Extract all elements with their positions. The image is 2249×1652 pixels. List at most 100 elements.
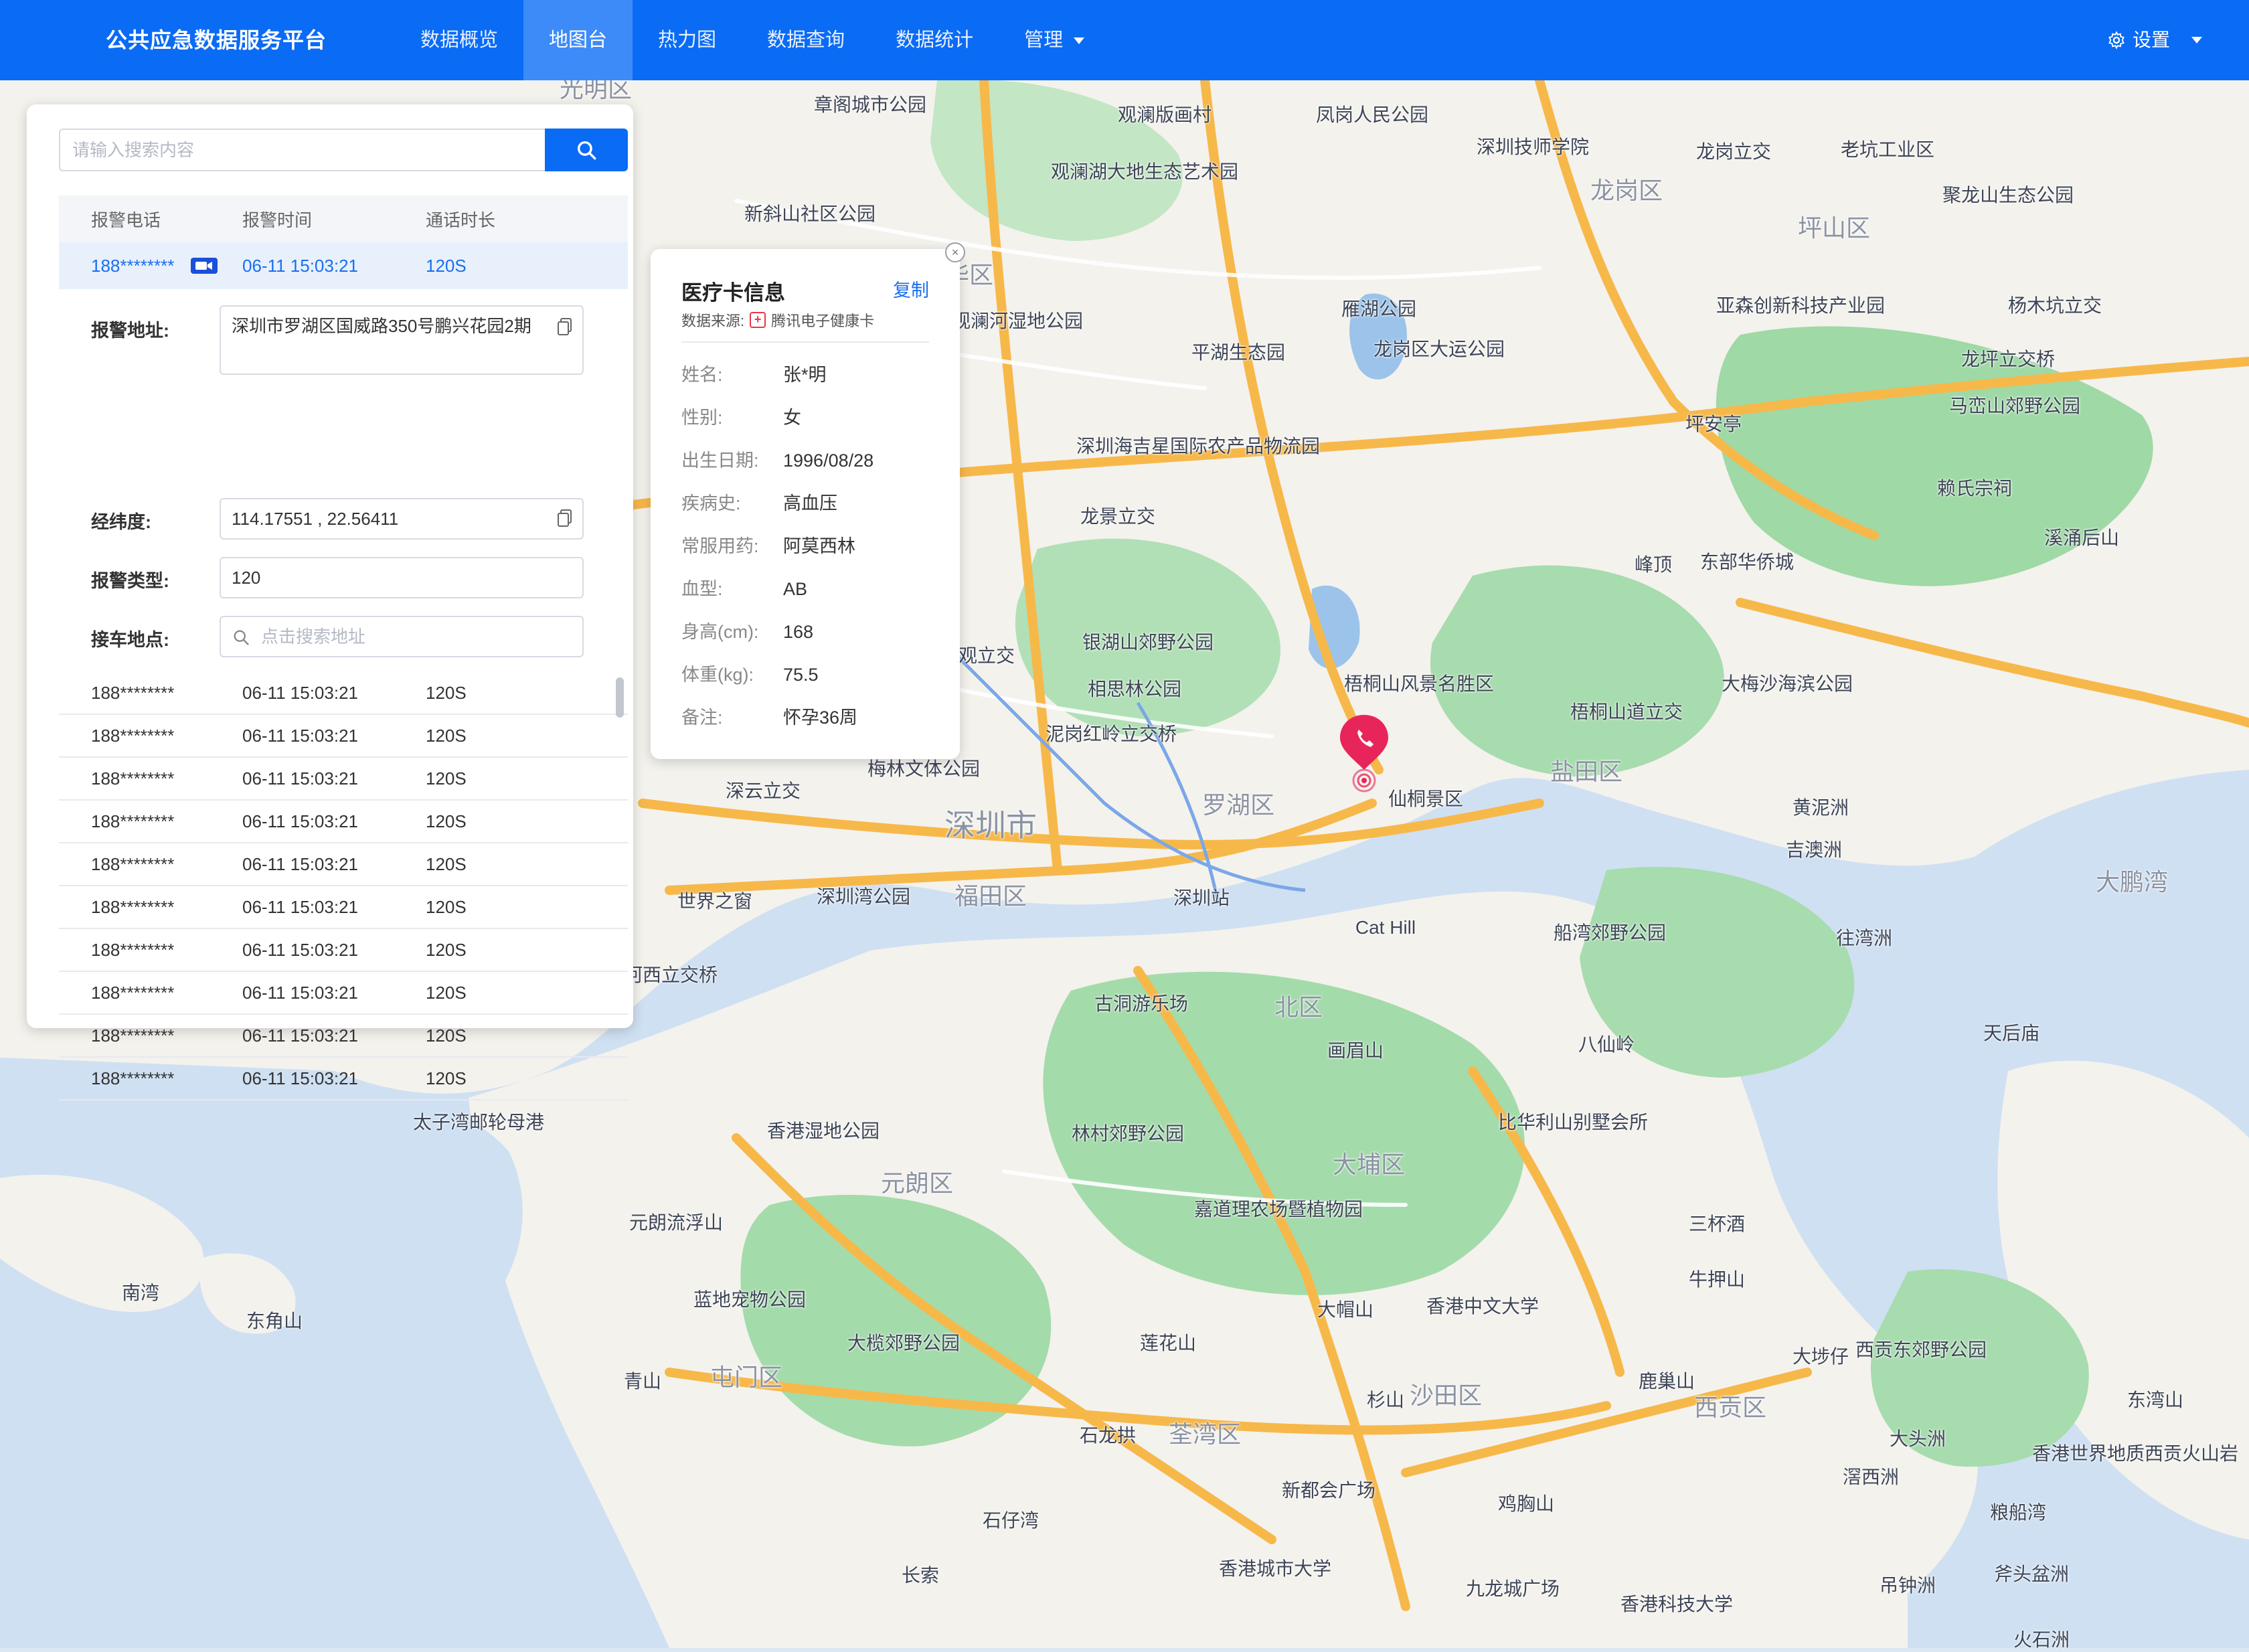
nav-item-query[interactable]: 数据查询	[742, 0, 870, 80]
copy-icon[interactable]	[557, 509, 573, 527]
map-label: 比华利山别墅会所	[1497, 1112, 1649, 1133]
map-label: 大头洲	[1889, 1428, 1946, 1449]
search-button[interactable]	[545, 129, 628, 171]
map-label: 火石洲	[2013, 1629, 2070, 1650]
table-row[interactable]: 188******** 06-11 15:03:21 120S	[59, 886, 628, 929]
map-label: 福田区	[954, 882, 1027, 910]
map-label: 荃湾区	[1168, 1420, 1242, 1448]
address-field[interactable]: 深圳市罗湖区国威路350号鹏兴花园2期	[220, 305, 584, 375]
nav-item-overview[interactable]: 数据概览	[395, 0, 523, 80]
table-row[interactable]: 188******** 06-11 15:03:21 120S	[59, 972, 628, 1015]
nav-item-heatmap[interactable]: 热力图	[633, 0, 742, 80]
nav-item-map[interactable]: 地图台	[523, 0, 633, 80]
row-time: 06-11 15:03:21	[242, 768, 358, 789]
list-scrollbar[interactable]	[616, 677, 624, 718]
field-value: 1996/08/28	[783, 450, 874, 471]
search-bar	[59, 129, 628, 171]
coords-field[interactable]: 114.17551 , 22.56411	[220, 498, 584, 540]
map-label: 龙岗区	[1590, 177, 1663, 204]
map-label: 马峦山郊野公园	[1948, 396, 2081, 416]
map-label: 古洞游乐场	[1094, 993, 1189, 1014]
table-row[interactable]: 188******** 06-11 15:03:21 120S	[59, 1015, 628, 1058]
map-label: 粮船湾	[1989, 1502, 2047, 1523]
row-time: 06-11 15:03:21	[242, 725, 358, 746]
row-time: 06-11 15:03:21	[242, 682, 358, 703]
source-label: 数据来源:	[681, 313, 745, 329]
row-duration: 120S	[426, 896, 467, 917]
map-label: 吉澳洲	[1785, 839, 1843, 860]
pickup-search-field[interactable]: 点击搜索地址	[220, 616, 584, 657]
table-row[interactable]: 188******** 06-11 15:03:21 120S	[59, 801, 628, 843]
row-time: 06-11 15:03:21	[242, 853, 358, 874]
map-label: 观澜湖大地生态艺术园	[1050, 161, 1239, 182]
table-row-selected[interactable]: 188******** 06-11 15:03:21 120S	[59, 242, 628, 289]
map-label: Cat Hill	[1355, 917, 1416, 938]
table-row[interactable]: 188******** 06-11 15:03:21 120S	[59, 843, 628, 886]
field-notes: 备注: 怀孕36周	[681, 703, 857, 729]
map-label: 龙岗区大运公园	[1373, 339, 1505, 359]
map-label: 章阁城市公园	[813, 94, 927, 115]
type-field[interactable]: 120	[220, 557, 584, 598]
field-birthdate: 出生日期: 1996/08/28	[681, 446, 873, 472]
alarm-location-pin[interactable]	[1337, 712, 1391, 793]
divider	[681, 341, 929, 343]
chevron-down-icon	[2191, 37, 2202, 44]
row-time: 06-11 15:03:21	[242, 939, 358, 960]
map-label: 林村郊野公园	[1071, 1123, 1185, 1144]
row-phone: 188********	[91, 811, 175, 831]
row-phone: 188********	[91, 725, 175, 746]
alarm-list-panel: 报警电话 报警时间 通话时长 188******** 06-11 15:03:2…	[27, 104, 633, 1100]
field-key: 常服用药:	[681, 536, 759, 556]
settings-menu[interactable]: 设置	[2107, 0, 2202, 80]
map-label: 牛押山	[1688, 1269, 1746, 1290]
field-value: 168	[783, 622, 814, 642]
field-key: 备注:	[681, 708, 723, 728]
map-label: 东部华侨城	[1699, 552, 1795, 572]
map-label: 深圳技师学院	[1476, 137, 1590, 157]
map-label: 屯门区	[710, 1364, 783, 1391]
map-label: 深圳湾公园	[816, 886, 911, 907]
health-card-icon: +	[750, 312, 766, 328]
search-input[interactable]	[59, 129, 545, 171]
nav-item-statistics[interactable]: 数据统计	[870, 0, 999, 80]
map-label: 银湖山郊野公园	[1082, 632, 1214, 653]
close-icon[interactable]: ×	[945, 242, 965, 262]
map-label: 斧头盆洲	[1993, 1564, 2070, 1584]
map-label: 相思林公园	[1087, 679, 1182, 699]
table-header: 报警电话 报警时间 通话时长	[59, 195, 628, 242]
field-gender: 性别: 女	[681, 403, 801, 429]
map-label: 深云立交	[725, 780, 801, 801]
copy-button[interactable]: 复制	[893, 276, 929, 302]
map-label: 香港湿地公园	[766, 1121, 880, 1141]
video-icon[interactable]	[190, 257, 218, 274]
field-key: 体重(kg):	[681, 665, 754, 685]
search-icon	[577, 141, 596, 160]
map-label: 世界之窗	[677, 891, 753, 912]
map-label: 雁湖公园	[1341, 299, 1417, 319]
alarm-list: 188******** 06-11 15:03:21 120S 188*******…	[59, 672, 628, 1100]
table-row[interactable]: 188******** 06-11 15:03:21 120S	[59, 672, 628, 715]
table-row[interactable]: 188******** 06-11 15:03:21 120S	[59, 1058, 628, 1100]
row-time: 06-11 15:03:21	[242, 811, 358, 831]
copy-icon[interactable]	[557, 317, 573, 336]
field-value: 阿莫西林	[783, 536, 855, 556]
row-duration: 120S	[426, 725, 467, 746]
field-value: 75.5	[783, 665, 819, 685]
map-label: 鸡胸山	[1497, 1493, 1555, 1514]
type-value: 120	[232, 568, 261, 588]
pickup-label: 接车地点:	[91, 630, 169, 650]
table-row[interactable]: 188******** 06-11 15:03:21 120S	[59, 929, 628, 972]
map-label: 梧桐山风景名胜区	[1343, 673, 1495, 694]
map-label: 九龙城广场	[1465, 1578, 1560, 1599]
row-phone: 188********	[91, 939, 175, 960]
table-row[interactable]: 188******** 06-11 15:03:21 120S	[59, 715, 628, 758]
type-label: 报警类型:	[91, 571, 169, 591]
map-label: 石仔湾	[982, 1510, 1039, 1531]
map-label: 东湾山	[2127, 1390, 2184, 1410]
field-key: 疾病史:	[681, 493, 741, 513]
gear-icon	[2108, 31, 2125, 50]
nav-item-manage[interactable]: 管理	[999, 0, 1110, 80]
table-row[interactable]: 188******** 06-11 15:03:21 120S	[59, 758, 628, 801]
map-label: 画眉山	[1327, 1040, 1384, 1061]
row-phone: 188********	[91, 255, 175, 276]
